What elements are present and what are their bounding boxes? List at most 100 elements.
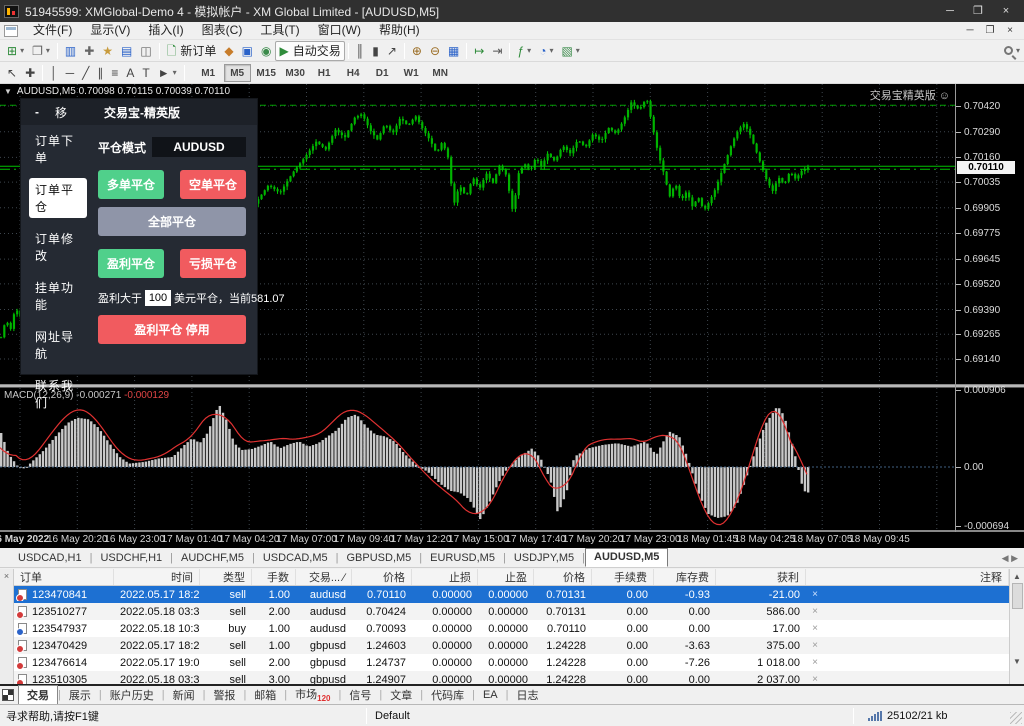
close-order-icon[interactable]: × (806, 640, 824, 651)
menu-item-1[interactable]: 显示(V) (81, 22, 139, 39)
terminal-tab-9[interactable]: 代码库 (423, 686, 472, 704)
scroll-up-icon[interactable]: ▲ (1010, 572, 1024, 581)
line-chart-button[interactable]: ↗ (383, 41, 401, 61)
terminal-tab-ea[interactable]: EA (475, 688, 506, 702)
column-header[interactable]: 订单 (14, 569, 114, 585)
tab-scroll-arrows[interactable]: ◀ ▶ (1002, 553, 1024, 567)
panel-menu-item-5[interactable]: 联系我们 (29, 374, 87, 414)
dropdown-arrow-icon[interactable]: ▾ (527, 46, 531, 55)
column-header[interactable]: 类型 (200, 569, 252, 585)
periods-button[interactable]: ◔▾ (535, 41, 557, 61)
timeframe-mn[interactable]: MN (427, 64, 454, 82)
candle-chart-button[interactable]: ▮ (368, 41, 383, 61)
table-row[interactable]: 1235479372022.05.18 10:33:12buy1.00audus… (14, 620, 1009, 637)
terminal-tab-4[interactable]: 警报 (205, 686, 243, 704)
search-button[interactable]: ▾ (1000, 41, 1024, 61)
bar-chart-button[interactable]: ║ (352, 41, 369, 61)
terminal-button[interactable]: ▤ (117, 41, 136, 61)
terminal-tab-7[interactable]: 信号 (341, 686, 379, 704)
chart-tab-usdcad-m5[interactable]: USDCAD,M5 (255, 550, 336, 567)
time-axis[interactable]: 16 May 202216 May 20:2016 May 23:0017 Ma… (0, 532, 1024, 548)
timeframe-m1[interactable]: M1 (195, 64, 222, 82)
chart-tab-usdchf-h1[interactable]: USDCHF,H1 (92, 550, 170, 567)
terminal-scrollbar[interactable]: ▲ ▼ (1009, 569, 1024, 684)
terminal-tab-11[interactable]: 日志 (509, 686, 547, 704)
child-minimize-icon[interactable]: ─ (960, 23, 980, 39)
channel-button[interactable]: ∥ (93, 63, 107, 83)
maximize-icon[interactable]: ❐ (964, 1, 992, 21)
dropdown-arrow-icon[interactable]: ▾ (549, 46, 553, 55)
mql5-community-button[interactable]: ◉ (257, 41, 275, 61)
trendline-button[interactable]: ╱ (78, 63, 93, 83)
column-header[interactable]: 获利 (716, 569, 806, 585)
chart-shift-button[interactable]: ⇥ (488, 41, 506, 61)
chart-profiles-button[interactable]: ❐▾ (28, 41, 54, 61)
column-header[interactable]: 手续费 (592, 569, 654, 585)
timeframe-h1[interactable]: H1 (311, 64, 338, 82)
text-button[interactable]: A (122, 63, 138, 83)
vertical-line-button[interactable]: │ (46, 63, 62, 83)
menu-item-4[interactable]: 工具(T) (251, 22, 308, 39)
panel-menu-item-3[interactable]: 挂单功能 (29, 276, 87, 316)
close-profit-button[interactable]: 盈利平仓 (98, 249, 164, 278)
terminal-tab-0[interactable]: 交易 (18, 685, 58, 705)
profit-close-toggle-button[interactable]: 盈利平仓 停用 (98, 315, 246, 344)
close-loss-button[interactable]: 亏损平仓 (180, 249, 246, 278)
terminal-tab-8[interactable]: 文章 (382, 686, 420, 704)
chart-tab-gbpusd-m5[interactable]: GBPUSD,M5 (339, 550, 420, 567)
column-header[interactable]: 时间 (114, 569, 200, 585)
metaeditor-button[interactable]: ◆ (220, 41, 237, 61)
market-watch-button[interactable]: ▥ (61, 41, 80, 61)
chart-tab-usdjpy-m5[interactable]: USDJPY,M5 (506, 550, 582, 567)
close-order-icon[interactable]: × (806, 606, 824, 617)
price-axis[interactable]: 0.704200.702900.701600.700350.699050.697… (956, 84, 1024, 532)
terminal-tab-2[interactable]: 账户历史 (102, 686, 162, 704)
close-icon[interactable]: × (992, 1, 1020, 21)
chart-tab-audchf-m5[interactable]: AUDCHF,M5 (173, 550, 252, 567)
close-order-icon[interactable]: × (806, 589, 824, 600)
dropdown-arrow-icon[interactable]: ▾ (46, 46, 50, 55)
panel-menu-item-0[interactable]: 订单下单 (29, 129, 87, 169)
timeframe-h4[interactable]: H4 (340, 64, 367, 82)
table-header[interactable]: 订单时间类型手数交易... ∕价格止损止盈价格手续费库存费获利注释 (14, 569, 1009, 586)
dropdown-arrow-icon[interactable]: ▾ (173, 68, 177, 77)
close-order-icon[interactable]: × (806, 674, 824, 684)
new-order-button[interactable]: 🗋新订单 (163, 41, 221, 61)
close-short-button[interactable]: 空单平仓 (180, 170, 246, 199)
scroll-down-icon[interactable]: ▼ (1010, 657, 1024, 666)
strategy-tester-button[interactable]: ◫ (136, 41, 155, 61)
status-profile[interactable]: Default (367, 710, 853, 722)
menu-item-3[interactable]: 图表(C) (193, 22, 252, 39)
fibonacci-button[interactable]: ≡ (107, 63, 122, 83)
collapse-triangle-icon[interactable]: ▼ (4, 87, 12, 96)
menu-item-2[interactable]: 插入(I) (139, 22, 192, 39)
column-header[interactable]: 价格 (352, 569, 412, 585)
timeframe-m5[interactable]: M5 (224, 64, 251, 82)
templates-button[interactable]: ▧▾ (557, 41, 583, 61)
chart-tab-audusd-m5[interactable]: AUDUSD,M5 (585, 548, 668, 567)
column-header[interactable]: 库存费 (654, 569, 716, 585)
timeframe-d1[interactable]: D1 (369, 64, 396, 82)
column-header[interactable]: 交易... ∕ (296, 569, 352, 585)
shapes-button[interactable]: ►▾ (154, 63, 181, 83)
panel-minimize-button[interactable]: - (35, 105, 39, 119)
terminal-tab-5[interactable]: 邮箱 (246, 686, 284, 704)
data-window-button[interactable]: ✚ (80, 41, 98, 61)
indicators-button[interactable]: ƒ▾ (513, 41, 535, 61)
column-header[interactable]: 注释 (824, 569, 1009, 585)
table-row[interactable]: 1235103052022.05.18 03:37:11sell3.00gbpu… (14, 671, 1009, 684)
terminal-tab-3[interactable]: 新闻 (165, 686, 203, 704)
table-row[interactable]: 1235102772022.05.18 03:36:06sell2.00audu… (14, 603, 1009, 620)
column-header[interactable]: 手数 (252, 569, 296, 585)
cursor-button[interactable]: ↖ (3, 63, 21, 83)
panel-move-button[interactable]: 移 (55, 104, 67, 121)
close-all-button[interactable]: 全部平仓 (98, 207, 246, 236)
table-row[interactable]: 1234708412022.05.17 18:26:48sell1.00audu… (14, 586, 1009, 603)
column-header[interactable]: 止损 (412, 569, 478, 585)
close-mode-symbol[interactable]: AUDUSD (152, 137, 246, 157)
table-row[interactable]: 1234704292022.05.17 18:21:39sell1.00gbpu… (14, 637, 1009, 654)
timeframe-w1[interactable]: W1 (398, 64, 425, 82)
scrollbar-thumb[interactable] (1012, 583, 1023, 609)
column-header[interactable]: 止盈 (478, 569, 534, 585)
auto-scroll-button[interactable]: ↦ (470, 41, 488, 61)
